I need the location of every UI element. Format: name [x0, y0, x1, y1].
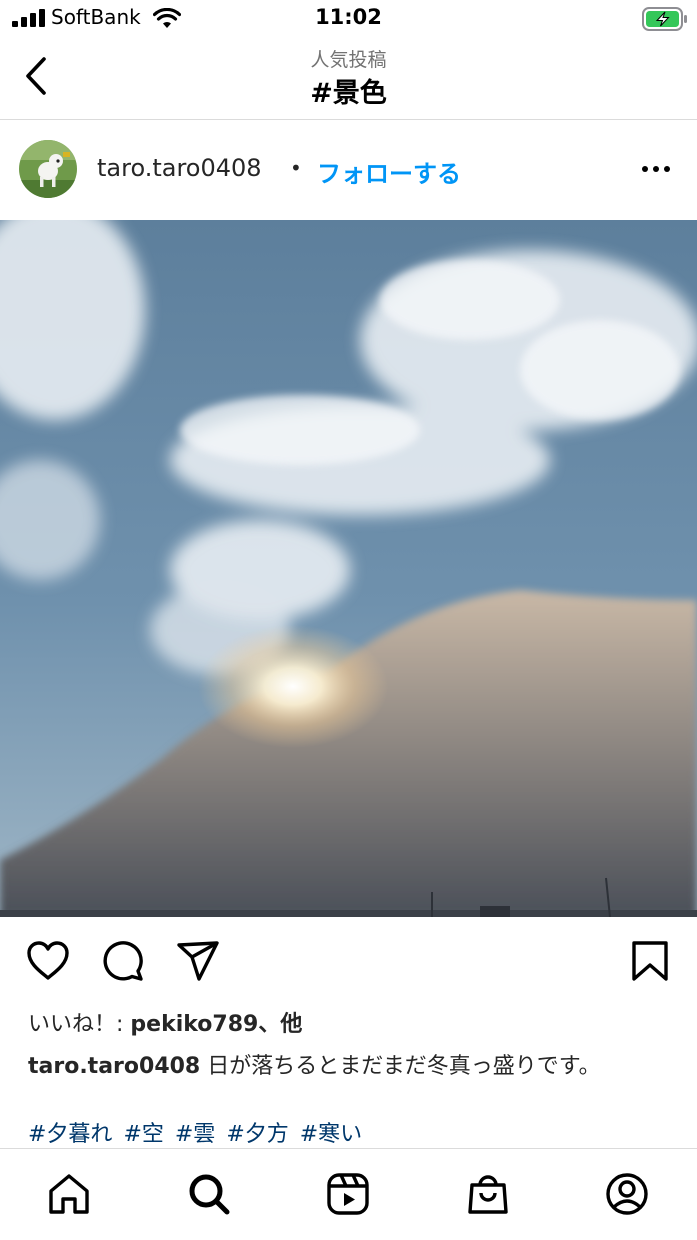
- header-subtitle: 人気投稿: [310, 49, 387, 71]
- top-nav-bar: 人気投稿 #景色: [0, 40, 697, 120]
- status-bar: SoftBank 11:02: [0, 0, 697, 40]
- comment-icon[interactable]: [100, 938, 146, 984]
- separator-dot: •: [290, 156, 302, 180]
- status-time: 11:02: [315, 5, 382, 29]
- bookmark-icon[interactable]: [627, 938, 673, 984]
- caption-text: 日が落ちるとまだまだ冬真っ盛りです。: [200, 1054, 601, 1079]
- bottom-tab-bar: [0, 1148, 697, 1240]
- hashtag-list: #夕暮れ #空 #雲 #夕方 #寒い: [28, 1116, 366, 1148]
- likes-suffix[interactable]: 、他: [258, 1012, 302, 1037]
- heart-icon[interactable]: [25, 938, 71, 984]
- search-icon[interactable]: [186, 1171, 232, 1217]
- post-username[interactable]: taro.taro0408: [97, 154, 262, 182]
- post-caption: taro.taro0408 日が落ちるとまだまだ冬真っ盛りです。: [28, 1048, 601, 1080]
- post-header: taro.taro0408 • フォローする: [0, 120, 697, 220]
- home-icon[interactable]: [46, 1171, 92, 1217]
- share-icon[interactable]: [175, 938, 221, 984]
- likes-line: いいね！: pekiko789、他: [28, 1006, 302, 1038]
- likes-user[interactable]: pekiko789: [130, 1012, 258, 1037]
- avatar[interactable]: [19, 140, 77, 198]
- caption-username[interactable]: taro.taro0408: [28, 1054, 200, 1079]
- battery-charging-icon: [642, 7, 687, 31]
- hashtag-link[interactable]: #夕方: [226, 1122, 288, 1147]
- more-horizontal-icon[interactable]: [636, 154, 676, 184]
- post-image[interactable]: [0, 220, 697, 917]
- follow-button[interactable]: フォローする: [317, 154, 461, 189]
- page-title: #景色: [310, 78, 387, 109]
- reels-icon[interactable]: [325, 1171, 371, 1217]
- profile-icon[interactable]: [604, 1171, 650, 1217]
- hashtag-link[interactable]: #夕暮れ: [28, 1122, 112, 1147]
- hashtag-link[interactable]: #寒い: [300, 1122, 362, 1147]
- likes-prefix: いいね！:: [28, 1012, 131, 1037]
- hashtag-link[interactable]: #空: [123, 1122, 163, 1147]
- shop-icon[interactable]: [465, 1171, 511, 1217]
- hashtag-link[interactable]: #雲: [175, 1122, 215, 1147]
